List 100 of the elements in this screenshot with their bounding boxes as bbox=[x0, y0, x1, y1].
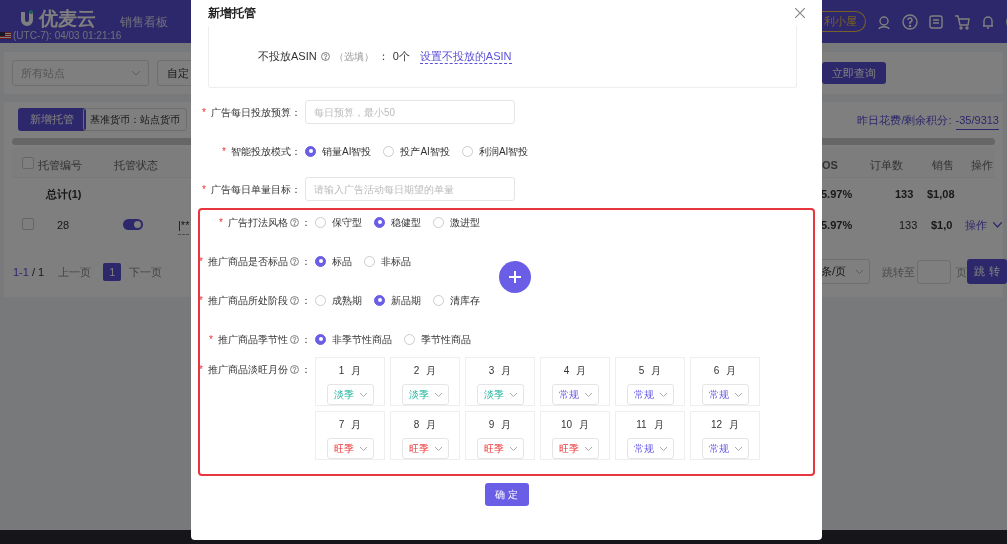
column-header[interactable]: 订单数 bbox=[870, 157, 903, 174]
confirm-button[interactable]: 确 定 bbox=[484, 483, 529, 506]
field-label: 推广商品所处阶段 bbox=[208, 293, 288, 308]
field-label: 广告打法风格 bbox=[228, 215, 288, 230]
radio-button[interactable] bbox=[374, 216, 385, 228]
chevron-down-icon bbox=[359, 446, 367, 451]
radio-option[interactable]: 投产AI智投 bbox=[383, 143, 450, 159]
season-select[interactable]: 淡季 bbox=[401, 384, 449, 405]
spend-value[interactable]: -35/9313 bbox=[955, 112, 999, 130]
season-select[interactable]: 常规 bbox=[701, 384, 749, 405]
checkbox[interactable] bbox=[22, 218, 34, 230]
help-icon[interactable] bbox=[290, 295, 299, 305]
radio-option[interactable]: 清库存 bbox=[433, 292, 480, 308]
required-mark: * bbox=[219, 215, 223, 230]
season-select[interactable]: 旺季 bbox=[551, 438, 599, 459]
radio-option[interactable]: 销量AI智投 bbox=[305, 143, 372, 159]
required-mark: * bbox=[199, 362, 203, 377]
table-cell-text: 总计(1) bbox=[46, 187, 82, 202]
column-header[interactable]: 托管编号 bbox=[38, 157, 82, 174]
month-number: 3 bbox=[488, 364, 495, 378]
month-number: 5 bbox=[638, 364, 645, 378]
radio-option[interactable]: 成熟期 bbox=[315, 292, 362, 308]
page-range: 1-1 / 1 bbox=[13, 264, 45, 280]
checkbox[interactable] bbox=[22, 157, 34, 169]
field-label: 推广商品淡旺月份 bbox=[208, 362, 288, 377]
chevron-down-icon bbox=[584, 446, 592, 451]
add-button[interactable]: 新增托管 bbox=[18, 108, 86, 131]
table-cell-text: $1,08 bbox=[927, 187, 955, 202]
radio-option[interactable]: 非季节性商品 bbox=[315, 331, 392, 347]
help-icon[interactable] bbox=[290, 334, 299, 344]
colon-text: ： bbox=[377, 49, 389, 65]
logo-icon bbox=[19, 10, 35, 29]
chevron-down-icon bbox=[132, 70, 140, 76]
column-header[interactable]: 销售 bbox=[932, 157, 954, 174]
chevron-down-icon bbox=[434, 392, 442, 397]
help-icon[interactable] bbox=[290, 256, 299, 266]
help-icon[interactable] bbox=[320, 52, 330, 61]
jump-button[interactable]: 跳 转 bbox=[967, 259, 1007, 284]
month-number: 2 bbox=[413, 364, 420, 378]
help-icon[interactable] bbox=[290, 217, 299, 227]
toggle-switch[interactable] bbox=[123, 219, 143, 230]
chevron-down-icon bbox=[434, 446, 442, 451]
radio-option[interactable]: 新品期 bbox=[374, 292, 421, 308]
month-unit: 月 bbox=[351, 364, 362, 378]
cart-icon[interactable] bbox=[954, 13, 970, 30]
month-number: 10 bbox=[560, 418, 573, 432]
radio-option[interactable]: 稳健型 bbox=[374, 214, 421, 230]
chevron-down-icon bbox=[993, 222, 1002, 229]
message-icon[interactable] bbox=[928, 13, 944, 30]
season-select[interactable]: 常规 bbox=[701, 438, 749, 459]
bell-icon[interactable] bbox=[980, 13, 996, 30]
table-cell-text: 5.97% bbox=[821, 218, 853, 233]
chevron-down-icon bbox=[359, 392, 367, 397]
field-label: 推广商品是否标品 bbox=[208, 254, 288, 269]
radio-option[interactable]: 非标品 bbox=[364, 253, 411, 269]
month-unit: 月 bbox=[426, 418, 437, 432]
radio-button[interactable] bbox=[374, 294, 385, 306]
field-label: 广告每日单量目标： bbox=[211, 182, 301, 197]
chevron-down-icon bbox=[856, 269, 863, 274]
radio-option[interactable]: 标品 bbox=[315, 253, 352, 269]
action-dropdown[interactable]: 操作 bbox=[965, 217, 1002, 234]
radio-button[interactable] bbox=[315, 255, 326, 267]
month-unit: 月 bbox=[651, 364, 662, 378]
season-select[interactable]: 常规 bbox=[626, 438, 674, 459]
currency-button[interactable]: 基准货币：站点货币 bbox=[83, 108, 187, 131]
page-number[interactable]: 1 bbox=[103, 263, 122, 281]
support-icon[interactable] bbox=[876, 13, 892, 30]
radio-option[interactable]: 利润AI智投 bbox=[461, 143, 529, 159]
asin-count: 0个 bbox=[392, 49, 410, 65]
season-select[interactable]: 常规 bbox=[626, 384, 674, 405]
season-select[interactable]: 旺季 bbox=[401, 438, 449, 459]
column-header[interactable]: OS bbox=[822, 157, 838, 174]
table-cell-text: 28 bbox=[57, 218, 70, 233]
add-fab-button[interactable] bbox=[499, 261, 531, 293]
help-icon[interactable] bbox=[290, 364, 299, 374]
column-header[interactable]: 托管状态 bbox=[114, 157, 158, 174]
season-select[interactable]: 淡季 bbox=[476, 384, 524, 405]
radio-button[interactable] bbox=[305, 145, 316, 157]
query-button[interactable]: 立即查询 bbox=[822, 62, 886, 84]
radio-option[interactable]: 季节性商品 bbox=[404, 331, 471, 347]
season-select[interactable]: 淡季 bbox=[326, 384, 374, 405]
season-select[interactable]: 旺季 bbox=[326, 438, 374, 459]
required-mark: * bbox=[199, 293, 203, 308]
radio-option[interactable]: 保守型 bbox=[315, 214, 362, 230]
chevron-down-icon bbox=[509, 392, 517, 397]
month-unit: 月 bbox=[729, 418, 740, 432]
season-select[interactable]: 常规 bbox=[551, 384, 599, 405]
close-icon[interactable] bbox=[795, 8, 805, 18]
radio-button[interactable] bbox=[315, 333, 326, 345]
radio-option[interactable]: 激进型 bbox=[433, 214, 480, 230]
asin-link[interactable]: 设置不投放的ASIN bbox=[419, 49, 512, 64]
colon-text: ： bbox=[301, 215, 311, 230]
chevron-down-icon bbox=[734, 392, 742, 397]
month-unit: 月 bbox=[576, 364, 587, 378]
plus-icon bbox=[509, 271, 521, 283]
month-unit: 月 bbox=[726, 364, 737, 378]
nav-item[interactable]: 销售看板 bbox=[120, 13, 168, 31]
required-mark: * bbox=[202, 105, 206, 120]
season-select[interactable]: 旺季 bbox=[476, 438, 524, 459]
asin-label: 不投放ASIN bbox=[258, 49, 317, 65]
